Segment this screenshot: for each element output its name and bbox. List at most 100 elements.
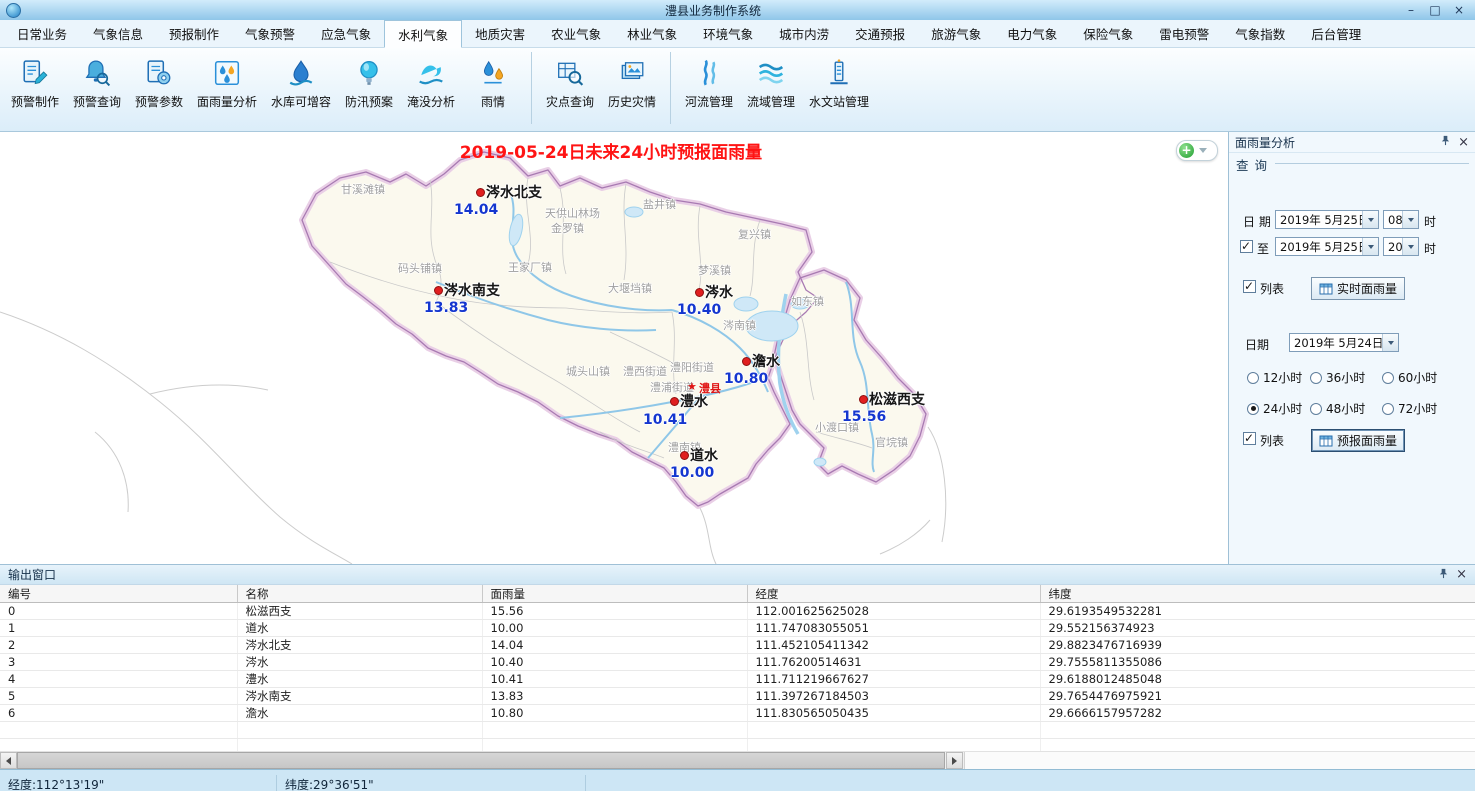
- map-town-label: 码头铺镇: [398, 260, 442, 276]
- radio-36小时[interactable]: 36小时: [1310, 369, 1365, 386]
- map-station-marker[interactable]: [859, 395, 868, 404]
- tool-button-alert-make[interactable]: 预警制作: [4, 50, 66, 110]
- close-icon[interactable]: ×: [1458, 137, 1469, 148]
- start-hour-select[interactable]: 08: [1383, 210, 1419, 229]
- tool-label: 预警参数: [135, 93, 183, 110]
- list-label: 列表: [1260, 432, 1284, 449]
- table-row[interactable]: 1道水10.00111.74708305505129.552156374923: [0, 620, 1475, 637]
- pin-icon[interactable]: [1438, 568, 1449, 582]
- radio-24小时[interactable]: 24小时: [1247, 400, 1302, 417]
- map-station-marker[interactable]: [680, 451, 689, 460]
- radio-72小时[interactable]: 72小时: [1382, 400, 1437, 417]
- table-cell: 111.711219667627: [747, 671, 1040, 688]
- tool-button-river-manage[interactable]: 河流管理: [678, 50, 740, 110]
- toolbar: 预警制作预警查询预警参数面雨量分析水库可增容防汛预案淹没分析雨情灾点查询历史灾情…: [0, 48, 1475, 132]
- tool-button-rain-info[interactable]: 雨情: [462, 50, 524, 110]
- minimize-button[interactable]: –: [1399, 0, 1423, 20]
- map-area[interactable]: 2019-05-24日未来24小时预报面雨量 甘溪滩镇天供山林场金罗镇盐井镇复兴…: [0, 132, 1229, 564]
- radio-60小时[interactable]: 60小时: [1382, 369, 1437, 386]
- table-cell: 10.80: [482, 705, 747, 722]
- map-station-value: 13.83: [424, 300, 468, 316]
- chevron-down-icon: [1402, 238, 1418, 255]
- table-row[interactable]: 3涔水10.40111.7620051463129.7555811355086: [0, 654, 1475, 671]
- column-header[interactable]: 面雨量: [482, 585, 747, 603]
- scrollbar-thumb[interactable]: [17, 752, 945, 769]
- end-date-checkbox[interactable]: [1240, 240, 1253, 253]
- forecast-rain-button[interactable]: 预报面雨量: [1311, 429, 1405, 452]
- close-button[interactable]: ×: [1447, 0, 1471, 20]
- tool-button-alert-params[interactable]: 预警参数: [128, 50, 190, 110]
- tool-button-hydro-station[interactable]: 水文站管理: [802, 50, 876, 110]
- menu-item-16[interactable]: 气象指数: [1222, 20, 1298, 47]
- menu-item-6[interactable]: 地质灾害: [462, 20, 538, 47]
- tool-button-reservoir[interactable]: 水库可增容: [264, 50, 338, 110]
- disaster-query-icon: [556, 58, 584, 88]
- radio-12小时[interactable]: 12小时: [1247, 369, 1302, 386]
- tool-button-flood-plan[interactable]: 防汛预案: [338, 50, 400, 110]
- map-station-marker[interactable]: [695, 288, 704, 297]
- county-seat-marker: ★: [687, 380, 697, 393]
- end-date-select[interactable]: 2019年 5月25日: [1275, 237, 1379, 256]
- menu-item-9[interactable]: 环境气象: [690, 20, 766, 47]
- table-cell: 10.40: [482, 654, 747, 671]
- table-row[interactable]: 2涔水北支14.04111.45210541134229.88234767169…: [0, 637, 1475, 654]
- map-station-marker[interactable]: [670, 397, 679, 406]
- table-cell: 15.56: [482, 603, 747, 620]
- hour-unit-label: 时: [1424, 213, 1436, 230]
- menu-item-0[interactable]: 日常业务: [4, 20, 80, 47]
- menu-item-5[interactable]: 水利气象: [384, 20, 462, 48]
- horizontal-scrollbar[interactable]: [0, 751, 1475, 769]
- radio-circle-icon: [1382, 372, 1394, 384]
- tool-button-alert-query[interactable]: 预警查询: [66, 50, 128, 110]
- tool-button-history-disaster[interactable]: 历史灾情: [601, 50, 663, 110]
- menu-item-14[interactable]: 保险气象: [1070, 20, 1146, 47]
- map-station-value: 10.40: [677, 302, 721, 318]
- table-row[interactable]: 4澧水10.41111.71121966762729.6188012485048: [0, 671, 1475, 688]
- scroll-right-button[interactable]: [946, 752, 963, 769]
- map-station-marker[interactable]: [434, 286, 443, 295]
- menu-item-8[interactable]: 林业气象: [614, 20, 690, 47]
- end-hour-select[interactable]: 20: [1383, 237, 1419, 256]
- menu-item-11[interactable]: 交通预报: [842, 20, 918, 47]
- menu-item-17[interactable]: 后台管理: [1298, 20, 1374, 47]
- column-header[interactable]: 纬度: [1040, 585, 1475, 603]
- menu-item-2[interactable]: 预报制作: [156, 20, 232, 47]
- map-station-marker[interactable]: [742, 357, 751, 366]
- menu-item-4[interactable]: 应急气象: [308, 20, 384, 47]
- list-checkbox-forecast[interactable]: [1243, 432, 1256, 445]
- forecast-date-select[interactable]: 2019年 5月24日: [1289, 333, 1399, 352]
- tool-button-flood-analysis[interactable]: 淹没分析: [400, 50, 462, 110]
- pin-icon[interactable]: [1440, 135, 1451, 149]
- map-zoom-button[interactable]: +: [1176, 140, 1218, 161]
- map-station-name: 涔水南支: [444, 280, 500, 300]
- table-row[interactable]: 0松滋西支15.56112.00162562502829.61935495322…: [0, 603, 1475, 620]
- close-icon[interactable]: ×: [1456, 569, 1467, 580]
- map-station-value: 10.00: [670, 465, 714, 481]
- realtime-rain-button[interactable]: 实时面雨量: [1311, 277, 1405, 300]
- tool-label: 面雨量分析: [197, 93, 257, 110]
- table-row[interactable]: 5涔水南支13.83111.39726718450329.76544769759…: [0, 688, 1475, 705]
- menu-item-10[interactable]: 城市内涝: [766, 20, 842, 47]
- tool-button-basin-manage[interactable]: 流域管理: [740, 50, 802, 110]
- column-header[interactable]: 编号: [0, 585, 237, 603]
- list-checkbox-realtime[interactable]: [1243, 280, 1256, 293]
- menu-item-1[interactable]: 气象信息: [80, 20, 156, 47]
- table-row[interactable]: 6澹水10.80111.83056505043529.6666157957282: [0, 705, 1475, 722]
- menu-item-7[interactable]: 农业气象: [538, 20, 614, 47]
- menu-item-13[interactable]: 电力气象: [994, 20, 1070, 47]
- column-header[interactable]: 名称: [237, 585, 482, 603]
- tool-button-area-rain[interactable]: 面雨量分析: [190, 50, 264, 110]
- maximize-button[interactable]: □: [1423, 0, 1447, 20]
- map-town-label: 官垸镇: [875, 434, 908, 450]
- county-map[interactable]: [0, 132, 1228, 564]
- menu-item-15[interactable]: 雷电预警: [1146, 20, 1222, 47]
- column-header[interactable]: 经度: [747, 585, 1040, 603]
- start-date-select[interactable]: 2019年 5月25日: [1275, 210, 1379, 229]
- menu-item-3[interactable]: 气象预警: [232, 20, 308, 47]
- scroll-left-button[interactable]: [0, 752, 17, 769]
- menu-item-12[interactable]: 旅游气象: [918, 20, 994, 47]
- table-cell: 1: [0, 620, 237, 637]
- map-station-marker[interactable]: [476, 188, 485, 197]
- tool-button-disaster-query[interactable]: 灾点查询: [539, 50, 601, 110]
- radio-48小时[interactable]: 48小时: [1310, 400, 1365, 417]
